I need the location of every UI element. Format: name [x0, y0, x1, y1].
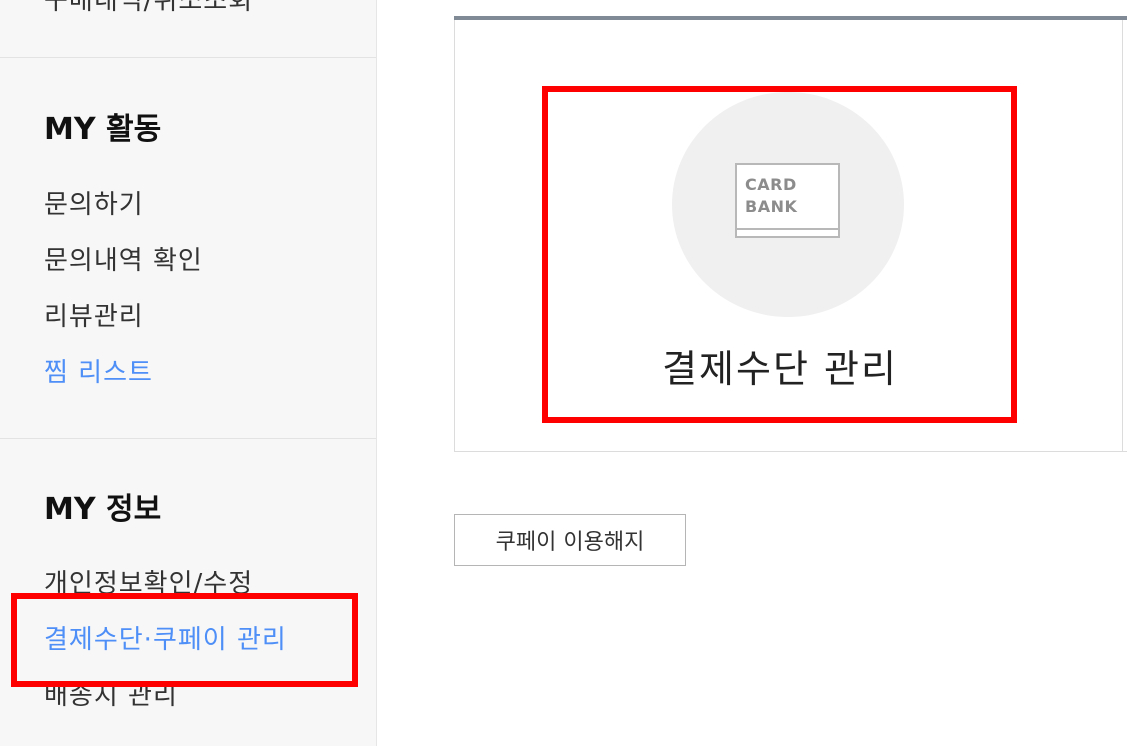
card-bank-icon: CARD BANK [735, 163, 840, 238]
payment-method-label: 결제수단 관리 [662, 347, 898, 391]
card-icon-text-line1: CARD [745, 175, 797, 194]
sidebar-divider [0, 57, 376, 58]
coupay-cancel-button[interactable]: 쿠페이 이용해지 [454, 514, 686, 566]
payment-method-management-tile[interactable]: CARD BANK 결제수단 관리 [545, 88, 1015, 421]
sidebar-item-payment-coupay[interactable]: 결제수단·쿠페이 관리 [44, 619, 287, 656]
sidebar-item-shipping-address[interactable]: 배송지 관리 [44, 675, 178, 712]
card-icon-stripe [737, 228, 838, 230]
section-title-my-activity: MY 활동 [44, 112, 162, 147]
section-title-my-info: MY 정보 [44, 492, 162, 527]
sidebar-item-inquiry[interactable]: 문의하기 [44, 184, 144, 221]
sidebar-item-reviews[interactable]: 리뷰관리 [44, 296, 144, 333]
sidebar-item-personal-info[interactable]: 개인정보확인/수정 [44, 563, 253, 600]
sidebar-divider [0, 438, 376, 439]
sidebar-item-wishlist[interactable]: 찜 리스트 [44, 352, 153, 389]
card-icon-text-line2: BANK [745, 197, 798, 216]
sidebar-item-inquiry-history[interactable]: 문의내역 확인 [44, 240, 203, 277]
sidebar: 구매내역/취소조회 MY 활동 문의하기 문의내역 확인 리뷰관리 찜 리스트 … [0, 0, 377, 746]
panel-divider [1122, 20, 1123, 452]
sidebar-item-purchase-history[interactable]: 구매내역/취소조회 [44, 0, 253, 17]
